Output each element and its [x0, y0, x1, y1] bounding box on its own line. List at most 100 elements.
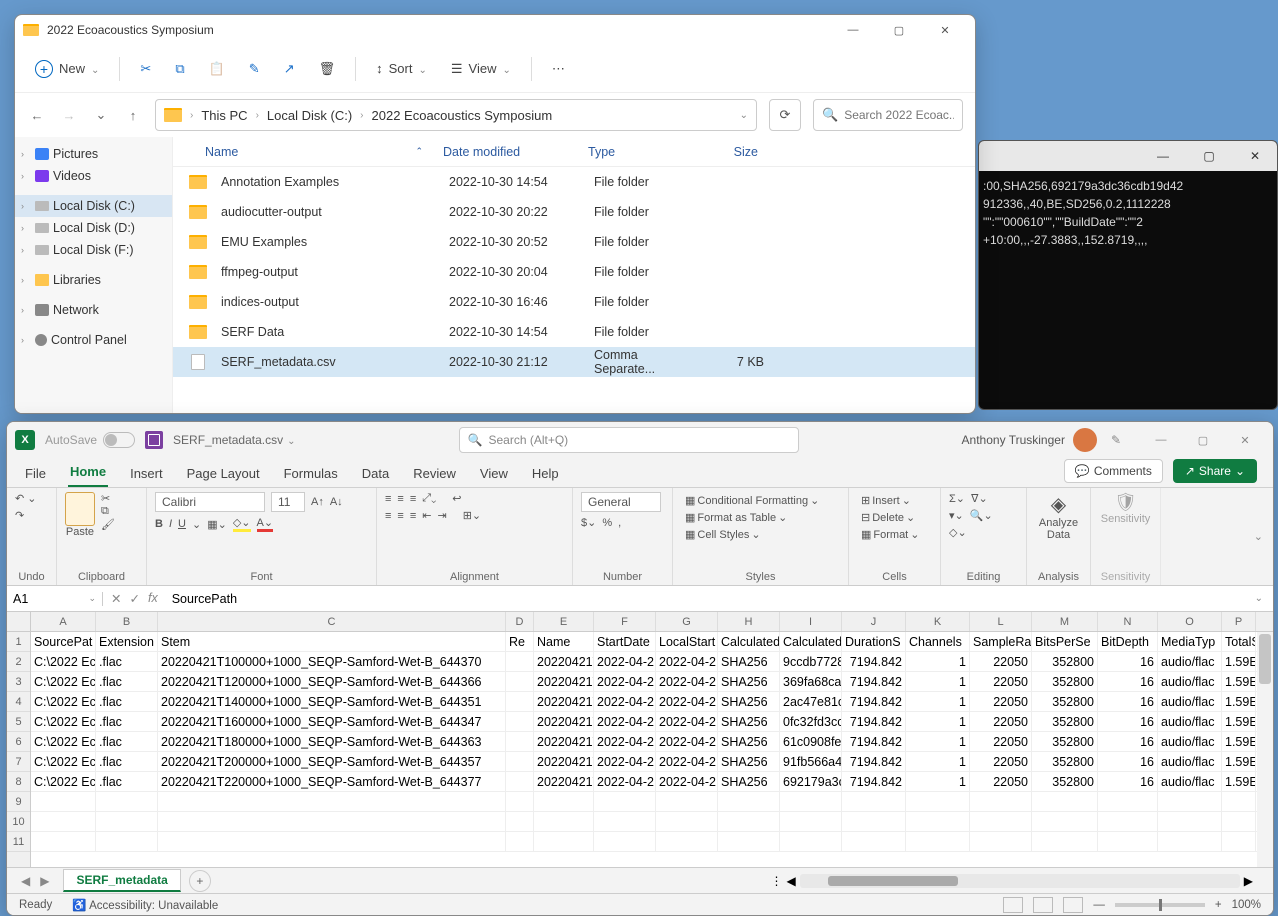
tree-pictures[interactable]: ›Pictures [15, 143, 172, 165]
pen-icon[interactable]: ✎ [1111, 433, 1121, 447]
column-header[interactable]: J [842, 612, 906, 631]
cell[interactable]: 1 [906, 752, 970, 771]
insert-button[interactable]: ⊞ Insert ⌄ [857, 492, 932, 509]
cell[interactable]: LocalStart [656, 632, 718, 651]
cell[interactable]: SHA256 [718, 712, 780, 731]
cell[interactable]: Channels [906, 632, 970, 651]
cell[interactable]: 7194.842 [842, 772, 906, 791]
add-sheet-button[interactable]: + [189, 870, 211, 892]
cell[interactable] [780, 812, 842, 831]
cell[interactable]: .flac [96, 652, 158, 671]
tree-network[interactable]: ›Network [15, 299, 172, 321]
cell[interactable] [96, 792, 158, 811]
cell[interactable] [534, 792, 594, 811]
cell[interactable] [506, 832, 534, 851]
cell[interactable] [906, 812, 970, 831]
column-header[interactable]: K [906, 612, 970, 631]
column-header[interactable]: N [1098, 612, 1158, 631]
cell[interactable]: 1 [906, 652, 970, 671]
cell[interactable]: Calculated [780, 632, 842, 651]
column-header[interactable]: H [718, 612, 780, 631]
cell[interactable] [1222, 812, 1256, 831]
tree-local-disk-c[interactable]: ›Local Disk (C:) [15, 195, 172, 217]
cell[interactable]: BitDepth [1098, 632, 1158, 651]
cut-button[interactable]: ✂ [101, 492, 115, 505]
cell[interactable]: 2022-04-2 [656, 652, 718, 671]
file-row[interactable]: Annotation Examples2022-10-30 14:54File … [173, 167, 975, 197]
redo-button[interactable]: ↷ [15, 509, 24, 522]
up-button[interactable]: ↑ [123, 108, 143, 123]
grid-row[interactable]: C:\2022 Ec.flac20220421T180000+1000_SEQP… [31, 732, 1273, 752]
cell[interactable]: 7194.842 [842, 652, 906, 671]
cell[interactable]: 20220421T180000+1000_SEQP-Samford-Wet-B_… [158, 732, 506, 751]
analyze-data-button[interactable]: ◈ Analyze Data [1035, 492, 1082, 541]
cell[interactable] [1098, 792, 1158, 811]
select-all-cell[interactable] [7, 612, 30, 632]
cell[interactable]: C:\2022 Ec [31, 652, 96, 671]
more-button[interactable]: ⋯ [542, 55, 575, 83]
grid-row[interactable]: C:\2022 Ec.flac20220421T220000+1000_SEQP… [31, 772, 1273, 792]
cell[interactable]: 7194.842 [842, 712, 906, 731]
cell[interactable]: 1 [906, 772, 970, 791]
clear-button[interactable]: ◇⌄ [949, 526, 967, 539]
cell[interactable]: 352800 [1032, 712, 1098, 731]
font-color-button[interactable]: A⌄ [257, 516, 274, 532]
cell[interactable]: 2ac47e81c [780, 692, 842, 711]
cell[interactable]: 352800 [1032, 692, 1098, 711]
comments-button[interactable]: 💬 Comments [1064, 459, 1163, 483]
grid-row[interactable]: C:\2022 Ec.flac20220421T140000+1000_SEQP… [31, 692, 1273, 712]
maximize-button[interactable]: ▢ [1183, 426, 1223, 454]
enter-icon[interactable]: ✓ [129, 591, 139, 606]
cell[interactable] [506, 792, 534, 811]
expand-formula-bar[interactable]: ⌄ [1245, 593, 1273, 604]
increase-font-button[interactable]: A↑ [311, 496, 324, 508]
column-header[interactable]: M [1032, 612, 1098, 631]
maximize-button[interactable]: ▢ [877, 16, 921, 44]
tree-local-disk-d[interactable]: ›Local Disk (D:) [15, 217, 172, 239]
cell[interactable]: 7194.842 [842, 672, 906, 691]
cell[interactable]: 0fc32fd3cc [780, 712, 842, 731]
row-header[interactable]: 11 [7, 832, 30, 852]
grid-row[interactable]: C:\2022 Ec.flac20220421T160000+1000_SEQP… [31, 712, 1273, 732]
font-size-select[interactable]: 11 [271, 492, 305, 512]
maximize-button[interactable]: ▢ [1187, 142, 1231, 170]
fx-icon[interactable]: fx [148, 591, 158, 606]
vertical-scrollbar[interactable] [1257, 632, 1273, 867]
column-header[interactable]: L [970, 612, 1032, 631]
share-button[interactable]: ↗ Share ⌄ [1173, 459, 1257, 483]
cell[interactable]: 692179a3c [780, 772, 842, 791]
cell[interactable] [970, 792, 1032, 811]
cell[interactable]: 20220421T200000+1000_SEQP-Samford-Wet-B_… [158, 752, 506, 771]
col-size[interactable]: Size [698, 145, 768, 159]
column-header[interactable]: B [96, 612, 158, 631]
cell[interactable]: 7194.842 [842, 752, 906, 771]
cell[interactable] [506, 772, 534, 791]
cell[interactable] [96, 812, 158, 831]
currency-button[interactable]: $⌄ [581, 516, 596, 529]
row-header[interactable]: 3 [7, 672, 30, 692]
font-name-select[interactable]: Calibri [155, 492, 265, 512]
delete-button[interactable]: 🗑 [309, 55, 346, 83]
cell[interactable] [506, 712, 534, 731]
cell[interactable]: audio/flac [1158, 732, 1222, 751]
crumb-local-disk-c[interactable]: Local Disk (C:) [267, 108, 352, 123]
format-painter-button[interactable]: 🖌 [101, 518, 115, 531]
grid-row[interactable]: C:\2022 Ec.flac20220421T100000+1000_SEQP… [31, 652, 1273, 672]
ribbon-tab-view[interactable]: View [478, 460, 510, 487]
cell[interactable] [506, 652, 534, 671]
cell[interactable]: 22050 [970, 712, 1032, 731]
rename-button[interactable]: ✎ [239, 55, 270, 83]
cell[interactable]: SourcePat [31, 632, 96, 651]
align-middle-button[interactable]: ≡ [397, 493, 403, 505]
cell[interactable]: .flac [96, 732, 158, 751]
fill-color-button[interactable]: ◇⌄ [233, 516, 251, 532]
tree-local-disk-f[interactable]: ›Local Disk (F:) [15, 239, 172, 261]
cell[interactable]: 7194.842 [842, 732, 906, 751]
column-header[interactable]: D [506, 612, 534, 631]
cell[interactable]: 2022-04-2 [594, 732, 656, 751]
col-type[interactable]: Type [578, 145, 698, 159]
file-row[interactable]: EMU Examples2022-10-30 20:52File folder [173, 227, 975, 257]
cell[interactable] [1222, 792, 1256, 811]
cell[interactable]: 352800 [1032, 672, 1098, 691]
cell[interactable]: 1 [906, 672, 970, 691]
